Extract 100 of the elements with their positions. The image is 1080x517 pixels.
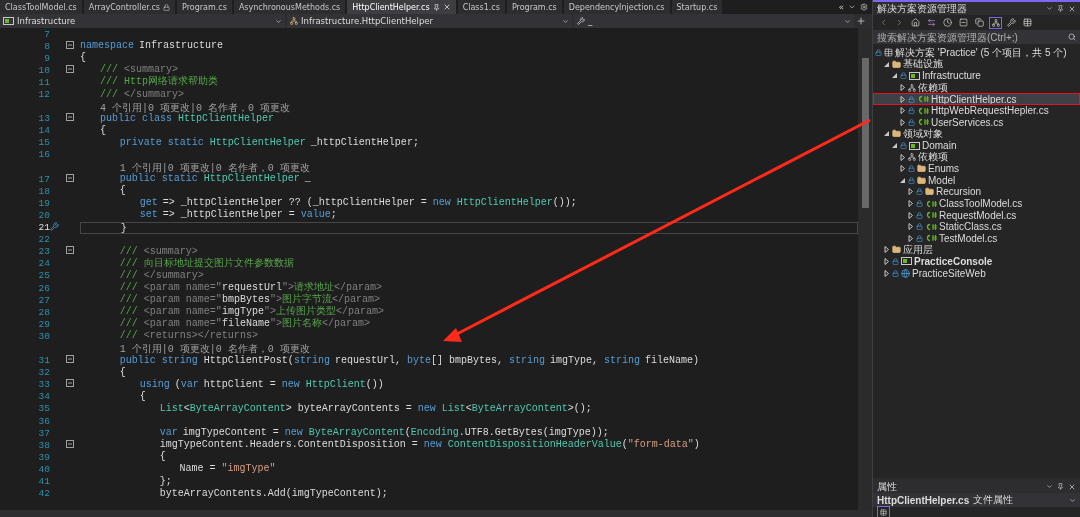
code-line: using (var httpClient = new HttpClient()) [138, 378, 384, 391]
collapse-icon[interactable] [66, 355, 74, 364]
properties-button[interactable] [1005, 16, 1018, 29]
settings-icon[interactable] [860, 3, 868, 11]
project-icon [909, 72, 920, 80]
tree-item[interactable]: Recursion [873, 186, 1080, 198]
code-line: /// <param name="requestUrl">请求地址</param> [118, 282, 382, 293]
document-tab[interactable]: Program.cs [177, 0, 232, 14]
expanded-arrow-icon[interactable] [899, 176, 906, 184]
quick-action-icon[interactable] [50, 221, 59, 231]
document-tab[interactable]: ArrayController.cs [83, 0, 175, 14]
preview-button[interactable] [1021, 16, 1034, 29]
tree-item[interactable]: Model [873, 174, 1080, 187]
member-dropdown[interactable]: _ [574, 14, 854, 28]
tree-item[interactable]: HttpClientHelper.cs [873, 93, 1080, 105]
lock-icon [892, 258, 899, 265]
document-tab[interactable]: ClassToolModel.cs [0, 0, 82, 14]
collapse-icon[interactable] [66, 379, 74, 388]
dropdown-icon [562, 17, 569, 25]
document-tab[interactable]: Class1.cs [457, 0, 505, 14]
project-dropdown[interactable]: Infrastructure [0, 14, 285, 28]
close-icon[interactable] [1068, 482, 1076, 491]
document-tab[interactable]: Program.cs [506, 0, 562, 14]
tab-overflow-button[interactable]: « [838, 2, 844, 12]
code-line: public class HttpClientHelper [98, 112, 274, 125]
categorized-button[interactable] [877, 506, 890, 517]
dropdown-icon[interactable] [1046, 5, 1053, 12]
close-icon[interactable] [1068, 4, 1076, 13]
code-line: /// <param name="imgType">上传图片类型</param> [118, 306, 384, 318]
tree-item-label: StaticClass.cs [939, 221, 1002, 233]
line-number: 27 [38, 294, 50, 306]
scrollbar[interactable] [858, 28, 872, 510]
tree-item-label: 解决方案 'Practice' (5 个项目，共 5 个) [895, 46, 1067, 59]
collapse-icon[interactable] [66, 246, 74, 255]
tree-item[interactable]: UserServices.cs [873, 116, 1080, 129]
tree-item[interactable]: HttpWebRequestHepler.cs [873, 104, 1080, 117]
line-number: 18 [38, 185, 50, 197]
tree-item[interactable]: Domain [873, 139, 1080, 152]
panel-title: 解决方案资源管理器 [877, 1, 967, 16]
tree-item[interactable]: TestModel.cs [873, 232, 1080, 245]
tree-item-label: TestModel.cs [939, 232, 998, 244]
line-number: 26 [38, 282, 50, 294]
code-line: private static HttpClientHelper _httpClientHelper; [118, 136, 419, 149]
split-editor-icon[interactable] [856, 16, 866, 26]
code-line: /// <param name="fileName">图片名称</param> [118, 318, 370, 330]
sync-button[interactable] [989, 16, 1002, 29]
tree-item[interactable]: 解决方案 'Practice' (5 个项目，共 5 个) [873, 47, 1080, 59]
dropdown-icon[interactable] [1046, 483, 1053, 490]
lock-icon [916, 223, 923, 231]
tree-item[interactable]: ClassToolModel.cs [873, 197, 1080, 210]
tree-item[interactable]: 基础设施 [873, 58, 1080, 71]
tree-item[interactable]: PracticeSiteWeb [873, 267, 1080, 279]
tree-item[interactable]: PracticeConsole [873, 255, 1080, 268]
line-number: 23 [38, 246, 50, 258]
tree-item[interactable]: 依赖项 [873, 151, 1080, 163]
lock-icon [908, 95, 915, 103]
pin-icon[interactable] [1057, 483, 1064, 490]
object-dropdown[interactable]: HttpClientHelper.cs 文件属性 [873, 493, 1080, 507]
pin-icon[interactable] [432, 3, 440, 11]
folder-icon [892, 245, 901, 255]
tree-item[interactable]: 依赖项 [873, 81, 1080, 94]
code-line: List<ByteArrayContent> byteArrayContents = new List<ByteArrayContent>(); [158, 402, 592, 415]
document-tab[interactable]: Startup.cs [671, 0, 723, 14]
pending-changes-button[interactable] [941, 16, 954, 29]
tree-item[interactable]: RequestModel.cs [873, 209, 1080, 221]
switch-views-button[interactable] [925, 16, 938, 29]
search-icon [1068, 33, 1076, 41]
line-number: 20 [38, 209, 50, 221]
line-number: 38 [38, 439, 50, 451]
collapse-icon[interactable] [66, 173, 74, 182]
tree-item-label: HttpClientHelper.cs [931, 93, 1017, 105]
collapse-icon[interactable] [66, 113, 74, 122]
line-number: 41 [38, 476, 50, 487]
folder-icon [892, 59, 901, 69]
tree-item[interactable]: Enums [873, 162, 1080, 175]
document-tab[interactable]: AsynchronousMethods.cs [233, 0, 346, 14]
document-tab[interactable]: HttpClientHelper.cs [347, 0, 456, 14]
type-dropdown[interactable]: Infrastructure.HttpClientHelper [287, 14, 572, 28]
tree-item[interactable]: 应用层 [873, 244, 1080, 256]
show-all-files-button[interactable] [973, 16, 986, 29]
document-tab[interactable]: DependencyInjection.cs [563, 0, 670, 14]
lock-icon [875, 49, 882, 57]
search-field[interactable]: 搜索解决方案资源管理器(Ctrl+;) [873, 30, 1080, 44]
code-line: namespace Infrastructure [80, 40, 223, 52]
code-line: var imgTypeContent = new ByteArrayContent(Encoding.UTF8.GetBytes(imgType)); [158, 427, 609, 439]
code-line: Name = "imgType" [178, 463, 276, 476]
web-project-icon [901, 268, 910, 278]
collapse-icon[interactable] [66, 40, 74, 49]
collapse-icon[interactable] [66, 439, 74, 448]
collapse-icon[interactable] [66, 64, 74, 73]
close-icon[interactable] [442, 3, 451, 11]
tree-item[interactable]: 领域对象 [873, 128, 1080, 140]
line-number: 21 [38, 222, 50, 234]
home-button[interactable] [909, 16, 922, 29]
tree-item[interactable]: StaticClass.cs [873, 220, 1080, 233]
pin-icon[interactable] [1057, 5, 1064, 12]
collapse-all-button[interactable] [957, 16, 970, 29]
code-line: { [98, 124, 106, 137]
tree-item[interactable]: Infrastructure [873, 70, 1080, 82]
tree-item-label: Infrastructure [922, 70, 981, 82]
